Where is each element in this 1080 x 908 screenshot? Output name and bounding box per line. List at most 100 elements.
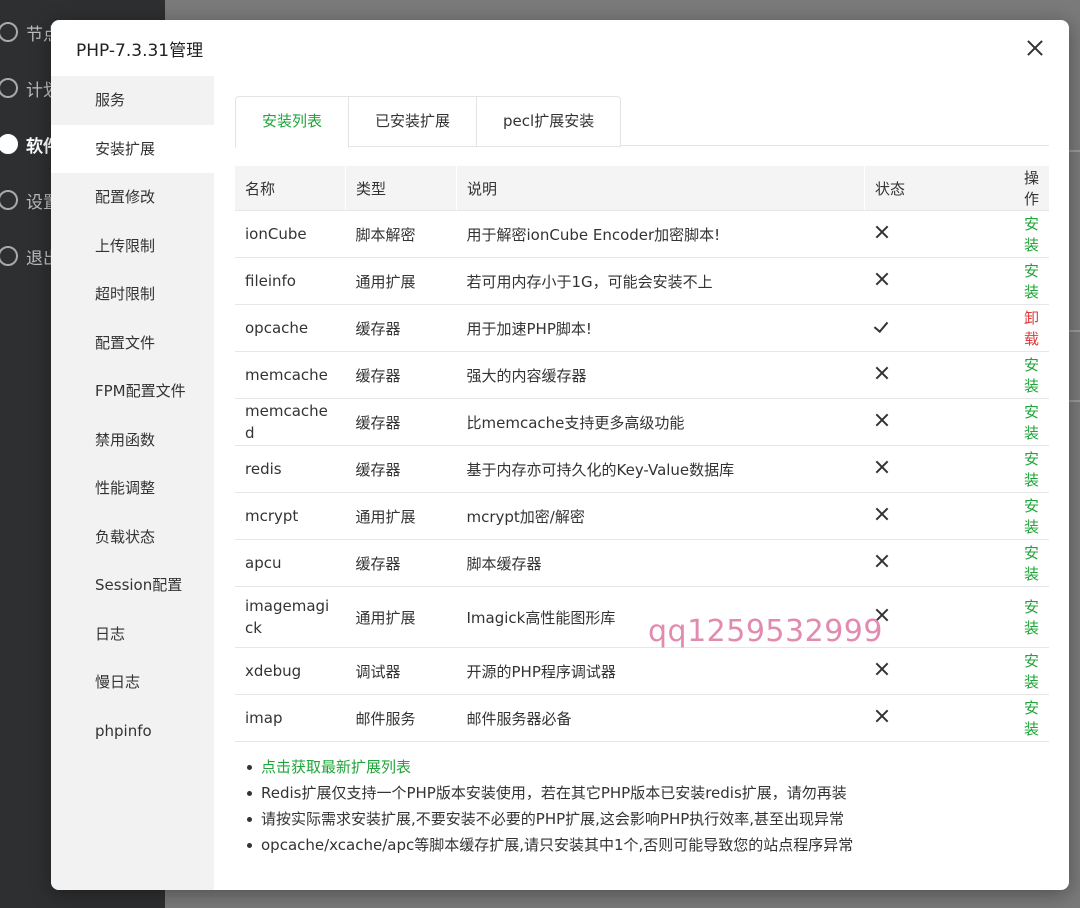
cell-status: [864, 647, 1000, 695]
sidebar-item-upload-limit[interactable]: 上传限制: [51, 222, 214, 271]
cell-type: 缓存器: [345, 304, 457, 352]
column-header-type: 类型: [345, 166, 457, 211]
cell-action: 安装: [1000, 694, 1049, 742]
tab-pecl-install[interactable]: pecl扩展安装: [477, 96, 622, 147]
tab-installed-extensions[interactable]: 已安装扩展: [349, 96, 478, 147]
cell-type: 邮件服务: [345, 694, 457, 742]
install-button[interactable]: 安装: [1024, 403, 1039, 442]
cross-icon: [875, 366, 889, 380]
cell-action: 安装: [1000, 647, 1049, 695]
list-item: 请按实际需求安装扩展,不要安装不必要的PHP扩展,这会影响PHP执行效率,甚至出…: [245, 806, 1049, 832]
table-row: ionCube 脚本解密 用于解密ionCube Encoder加密脚本! 安装: [235, 210, 1049, 258]
cell-status: [864, 257, 1000, 305]
cell-name: memcache: [235, 351, 346, 399]
cell-name: apcu: [235, 539, 346, 587]
cell-type: 通用扩展: [345, 586, 457, 648]
sidebar-item-log[interactable]: 日志: [51, 610, 214, 659]
cell-description: 用于解密ionCube Encoder加密脚本!: [456, 210, 865, 258]
dialog-title: PHP-7.3.31管理: [76, 41, 204, 61]
cross-icon: [875, 460, 889, 474]
sidebar-item-service[interactable]: 服务: [51, 76, 214, 125]
dialog-header: PHP-7.3.31管理: [51, 20, 1069, 76]
sidebar-item-session-config[interactable]: Session配置: [51, 561, 214, 610]
table-row: xdebug 调试器 开源的PHP程序调试器 安装: [235, 647, 1049, 695]
cross-icon: [875, 554, 889, 568]
cell-name: opcache: [235, 304, 346, 352]
cell-name: ionCube: [235, 210, 346, 258]
close-icon[interactable]: [1021, 34, 1049, 62]
notes-list: 点击获取最新扩展列表 Redis扩展仅支持一个PHP版本安装使用，若在其它PHP…: [245, 754, 1049, 858]
install-button[interactable]: 安装: [1024, 652, 1039, 691]
sidebar-item-disabled-functions[interactable]: 禁用函数: [51, 416, 214, 465]
table-row: apcu 缓存器 脚本缓存器 安装: [235, 539, 1049, 587]
extension-name: redis: [245, 460, 282, 478]
bg-divider: [1068, 150, 1080, 152]
cross-icon: [875, 709, 889, 723]
install-button[interactable]: 安装: [1024, 356, 1039, 395]
sidebar-item-timeout-limit[interactable]: 超时限制: [51, 270, 214, 319]
dialog-sidebar: 服务 安装扩展 配置修改 上传限制 超时限制 配置文件 FPM配置文件 禁用函数…: [51, 76, 214, 890]
uninstall-button[interactable]: 卸载: [1024, 309, 1039, 348]
watermark: qq1259532999: [648, 614, 883, 649]
table-row: memcached 缓存器 比memcache支持更多高级功能 安装: [235, 398, 1049, 446]
cell-description: 强大的内容缓存器: [456, 351, 865, 399]
install-button[interactable]: 安装: [1024, 598, 1039, 637]
extension-name: fileinfo: [245, 272, 296, 290]
cell-type: 缓存器: [345, 445, 457, 493]
cell-type: 缓存器: [345, 351, 457, 399]
sidebar-item-config-file[interactable]: 配置文件: [51, 319, 214, 368]
cell-description: mcrypt加密/解密: [456, 492, 865, 540]
cell-status: [864, 586, 1000, 648]
sidebar-item-install-extensions[interactable]: 安装扩展: [51, 124, 214, 173]
install-button[interactable]: 安装: [1024, 544, 1039, 583]
check-icon: [875, 319, 889, 333]
cell-name: redis: [235, 445, 346, 493]
cross-icon: [875, 507, 889, 521]
install-button[interactable]: 安装: [1024, 262, 1039, 301]
install-button[interactable]: 安装: [1024, 215, 1039, 254]
cell-action: 安装: [1000, 539, 1049, 587]
tab-install-list[interactable]: 安装列表: [235, 96, 350, 148]
extensions-table: 名称 类型 说明 状态 操作 ionCube 脚本解密 用于解密ionCube En…: [235, 166, 1049, 742]
sidebar-item-config-edit[interactable]: 配置修改: [51, 173, 214, 222]
cell-action: 安装: [1000, 398, 1049, 446]
table-row: imap 邮件服务 邮件服务器必备 安装: [235, 694, 1049, 742]
list-item: 点击获取最新扩展列表: [245, 754, 1049, 780]
bg-divider: [1068, 400, 1080, 402]
sidebar-item-fpm-config[interactable]: FPM配置文件: [51, 367, 214, 416]
cell-action: 安装: [1000, 257, 1049, 305]
sidebar-item-load-status[interactable]: 负载状态: [51, 513, 214, 562]
extension-name: mcrypt: [245, 507, 299, 525]
cell-name: imap: [235, 694, 346, 742]
list-item: opcache/xcache/apc等脚本缓存扩展,请只安装其中1个,否则可能导…: [245, 832, 1049, 858]
cell-type: 通用扩展: [345, 257, 457, 305]
cell-action: 安装: [1000, 445, 1049, 493]
extension-name: xdebug: [245, 662, 302, 680]
dialog-content: 安装列表 已安装扩展 pecl扩展安装 名称 类型 说明 状态 操作 ionCu…: [235, 96, 1049, 858]
software-icon: [0, 134, 18, 154]
cell-status: [864, 304, 1000, 352]
cell-description: 脚本缓存器: [456, 539, 865, 587]
table-row: imagemagick 通用扩展 Imagick高性能图形库 安装: [235, 586, 1049, 648]
cell-action: 安装: [1000, 351, 1049, 399]
table-row: opcache 缓存器 用于加速PHP脚本! 卸载: [235, 304, 1049, 352]
refresh-extension-list-link[interactable]: 点击获取最新扩展列表: [261, 758, 411, 776]
cell-action: 卸载: [1000, 304, 1049, 352]
bg-divider: [1068, 330, 1080, 332]
logout-icon: [0, 246, 18, 266]
extension-name: imagemagick: [245, 597, 330, 637]
cross-icon: [875, 225, 889, 239]
list-item: Redis扩展仅支持一个PHP版本安装使用，若在其它PHP版本已安装redis扩…: [245, 780, 1049, 806]
cell-name: memcached: [235, 398, 346, 446]
sidebar-item-phpinfo[interactable]: phpinfo: [51, 707, 214, 756]
sidebar-item-slow-log[interactable]: 慢日志: [51, 658, 214, 707]
install-button[interactable]: 安装: [1024, 497, 1039, 536]
table-header-row: 名称 类型 说明 状态 操作: [235, 166, 1049, 211]
column-header-description: 说明: [456, 166, 865, 211]
install-button[interactable]: 安装: [1024, 450, 1039, 489]
install-button[interactable]: 安装: [1024, 699, 1039, 738]
cell-description: 用于加速PHP脚本!: [456, 304, 865, 352]
sidebar-item-performance[interactable]: 性能调整: [51, 464, 214, 513]
column-header-status: 状态: [864, 166, 1000, 211]
extension-name: apcu: [245, 554, 282, 572]
